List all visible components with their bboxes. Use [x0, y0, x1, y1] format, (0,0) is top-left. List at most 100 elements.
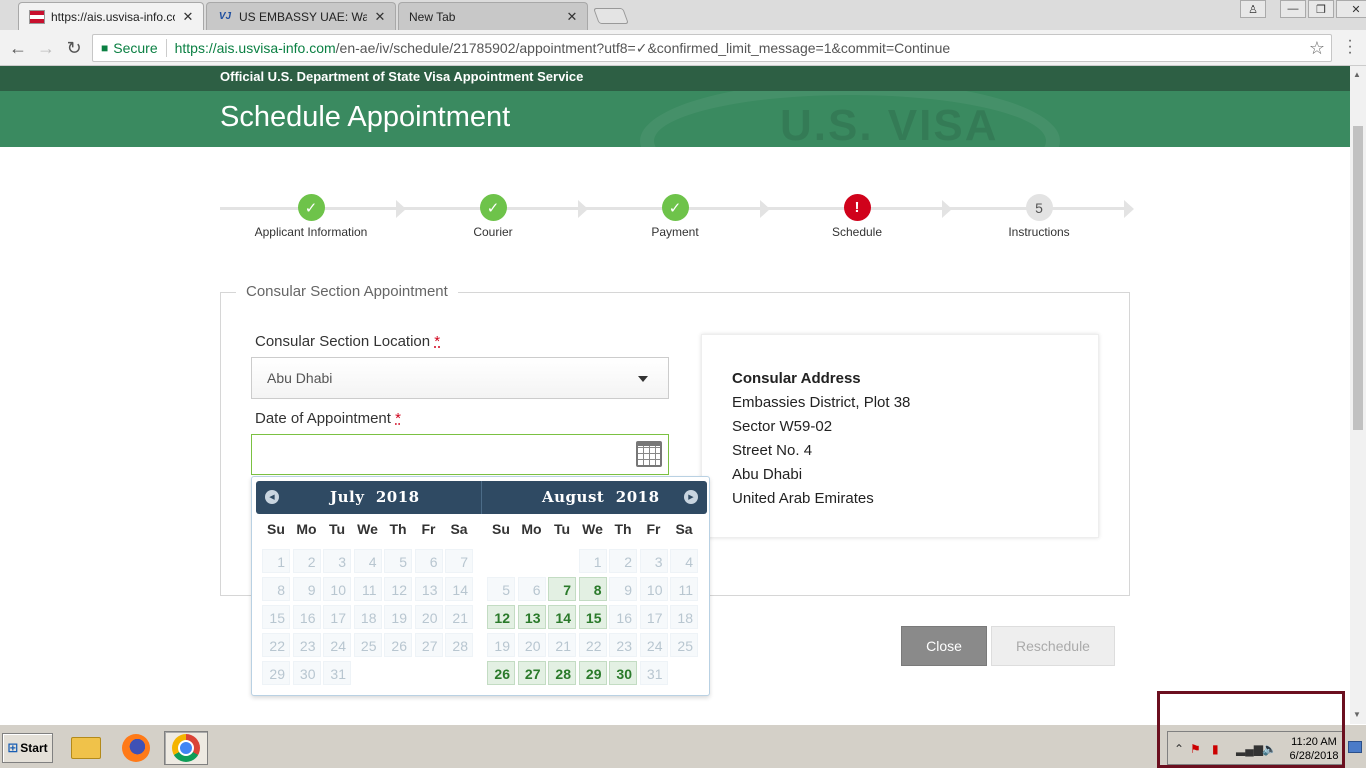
reschedule-button[interactable]: Reschedule — [991, 626, 1115, 666]
consular-location-select[interactable]: Abu Dhabi — [251, 357, 669, 399]
address-line: United Arab Emirates — [732, 490, 874, 507]
prev-month-icon[interactable]: ◀ — [265, 490, 279, 504]
calendar-day-disabled: 23 — [609, 633, 637, 657]
page-title: Schedule Appointment — [220, 101, 511, 133]
page-scrollbar[interactable]: ▲ ▼ — [1350, 66, 1366, 724]
security-alert-icon[interactable]: ⚑ — [1190, 742, 1201, 756]
system-clock[interactable]: 11:20 AM 6/28/2018 — [1286, 735, 1342, 763]
weekday-header: We — [357, 521, 378, 537]
calendar-day-disabled: 28 — [445, 633, 473, 657]
reload-icon[interactable]: ↻ — [62, 36, 86, 60]
us-flag-icon — [29, 9, 45, 24]
bookmark-star-icon[interactable]: ☆ — [1309, 38, 1325, 59]
calendar-day-disabled: 4 — [353, 549, 382, 573]
step-instructions: 5 Instructions — [949, 194, 1129, 239]
month-year: 2018 — [375, 488, 420, 506]
url-host: https://ais.usvisa-info.com — [174, 40, 336, 56]
date-label: Date of Appointment * — [255, 410, 401, 427]
calendar-day-disabled: 11 — [353, 577, 382, 601]
address-line: Abu Dhabi — [732, 466, 803, 483]
taskbar-chrome[interactable] — [164, 731, 208, 765]
back-arrow-icon[interactable]: ← — [6, 36, 30, 60]
forward-arrow-icon[interactable]: → — [34, 36, 58, 60]
close-icon[interactable]: ✕ — [181, 9, 195, 25]
profile-icon[interactable]: ♙ — [1240, 0, 1266, 18]
calendar-day-disabled: 29 — [262, 661, 290, 685]
scroll-thumb[interactable] — [1353, 126, 1363, 430]
calendar-day-available[interactable]: 7 — [548, 577, 576, 601]
tray-expand-icon[interactable]: ⌃ — [1174, 742, 1184, 756]
close-button[interactable]: Close — [901, 626, 987, 666]
step-label: Courier — [473, 225, 513, 239]
calendar-day-disabled: 11 — [670, 577, 698, 601]
browser-tab-embassy[interactable]: VJ US EMBASSY UAE: Waiting ✕ — [206, 2, 396, 30]
calendar-day-disabled: 10 — [639, 577, 668, 601]
step-number: 5 — [1025, 194, 1053, 221]
check-icon: ✓ — [661, 194, 689, 221]
power-icon[interactable]: ▮ — [1212, 742, 1219, 756]
calendar-day-disabled: 23 — [292, 633, 321, 657]
url-omnibox[interactable]: ■ Secure https://ais.usvisa-info.com /en… — [92, 34, 1332, 62]
calendar-day-available[interactable]: 8 — [578, 577, 607, 601]
scroll-up-icon[interactable]: ▲ — [1353, 70, 1361, 79]
browser-menu-icon[interactable]: · · · — [1342, 33, 1358, 61]
weekday-header: Th — [389, 521, 407, 537]
new-tab-button[interactable] — [593, 8, 629, 24]
required-mark: * — [434, 333, 441, 350]
calendar-day-disabled: 13 — [414, 577, 443, 601]
minimize-button[interactable]: — — [1280, 0, 1306, 18]
calendar-day-available[interactable]: 30 — [609, 661, 637, 685]
calendar-day-disabled: 9 — [292, 577, 321, 601]
secure-label: Secure — [113, 40, 158, 56]
calendar-day-disabled: 4 — [670, 549, 698, 573]
calendar-icon[interactable] — [636, 441, 662, 467]
calendar-day-disabled: 17 — [639, 605, 668, 629]
network-signal-icon[interactable]: ▂▄▆ — [1236, 742, 1263, 756]
weekday-header: We — [582, 521, 603, 537]
show-desktop-icon[interactable] — [1348, 741, 1362, 753]
step-label: Instructions — [1008, 225, 1070, 239]
tab-title: US EMBASSY UAE: Waiting — [239, 9, 367, 24]
calendar-day-available[interactable]: 15 — [578, 605, 607, 629]
step-label: Applicant Information — [254, 225, 368, 239]
browser-tab-strip: https://ais.usvisa-info.com/ ✕ VJ US EMB… — [0, 0, 1366, 30]
taskbar-explorer[interactable] — [64, 731, 108, 765]
header-divider — [481, 481, 482, 514]
weekday-header: Su — [267, 521, 285, 537]
calendar-day-disabled: 31 — [323, 661, 351, 685]
calendar-day-available[interactable]: 13 — [517, 605, 546, 629]
scroll-down-icon[interactable]: ▼ — [1353, 710, 1361, 719]
step-label: Schedule — [831, 225, 883, 239]
calendar-day-available[interactable]: 14 — [548, 605, 576, 629]
location-label-text: Consular Section Location — [255, 333, 431, 350]
calendar-day-available[interactable]: 29 — [578, 661, 607, 685]
close-icon[interactable]: ✕ — [565, 9, 579, 25]
browser-tab-ais[interactable]: https://ais.usvisa-info.com/ ✕ — [18, 2, 204, 30]
calendar-day-available[interactable]: 12 — [487, 605, 515, 629]
calendar-day-disabled: 21 — [548, 633, 576, 657]
browser-tab-newtab[interactable]: New Tab ✕ — [398, 2, 588, 30]
calendar-day-disabled: 15 — [262, 605, 290, 629]
calendar-day-disabled: 30 — [292, 661, 321, 685]
system-tray: ⌃ ⚑ ▮ ▂▄▆ 🔈 11:20 AM 6/28/2018 — [1167, 731, 1345, 765]
calendar-day-disabled: 22 — [578, 633, 607, 657]
appointment-date-input[interactable] — [251, 434, 669, 475]
start-label: Start — [20, 741, 48, 755]
next-month-icon[interactable]: ▶ — [684, 490, 698, 504]
weekday-header: Sa — [450, 521, 468, 537]
calendar-day-available[interactable]: 26 — [487, 661, 515, 685]
calendar-day-disabled: 3 — [323, 549, 351, 573]
weekday-header: Mo — [521, 521, 542, 537]
taskbar-firefox[interactable] — [114, 731, 158, 765]
calendar-day-available[interactable]: 28 — [548, 661, 576, 685]
header-top-bar: Official U.S. Department of State Visa A… — [0, 66, 1350, 91]
month-title-august: August 2018 — [542, 488, 660, 506]
restore-button[interactable]: ❐ — [1308, 0, 1334, 18]
calendar-day-disabled: 1 — [262, 549, 290, 573]
vj-logo-icon: VJ — [218, 11, 232, 22]
close-window-button[interactable]: ✕ — [1336, 0, 1366, 18]
speaker-icon[interactable]: 🔈 — [1262, 742, 1277, 756]
start-button[interactable]: ⊞ Start — [2, 733, 53, 763]
close-icon[interactable]: ✕ — [373, 9, 387, 25]
calendar-day-available[interactable]: 27 — [517, 661, 546, 685]
